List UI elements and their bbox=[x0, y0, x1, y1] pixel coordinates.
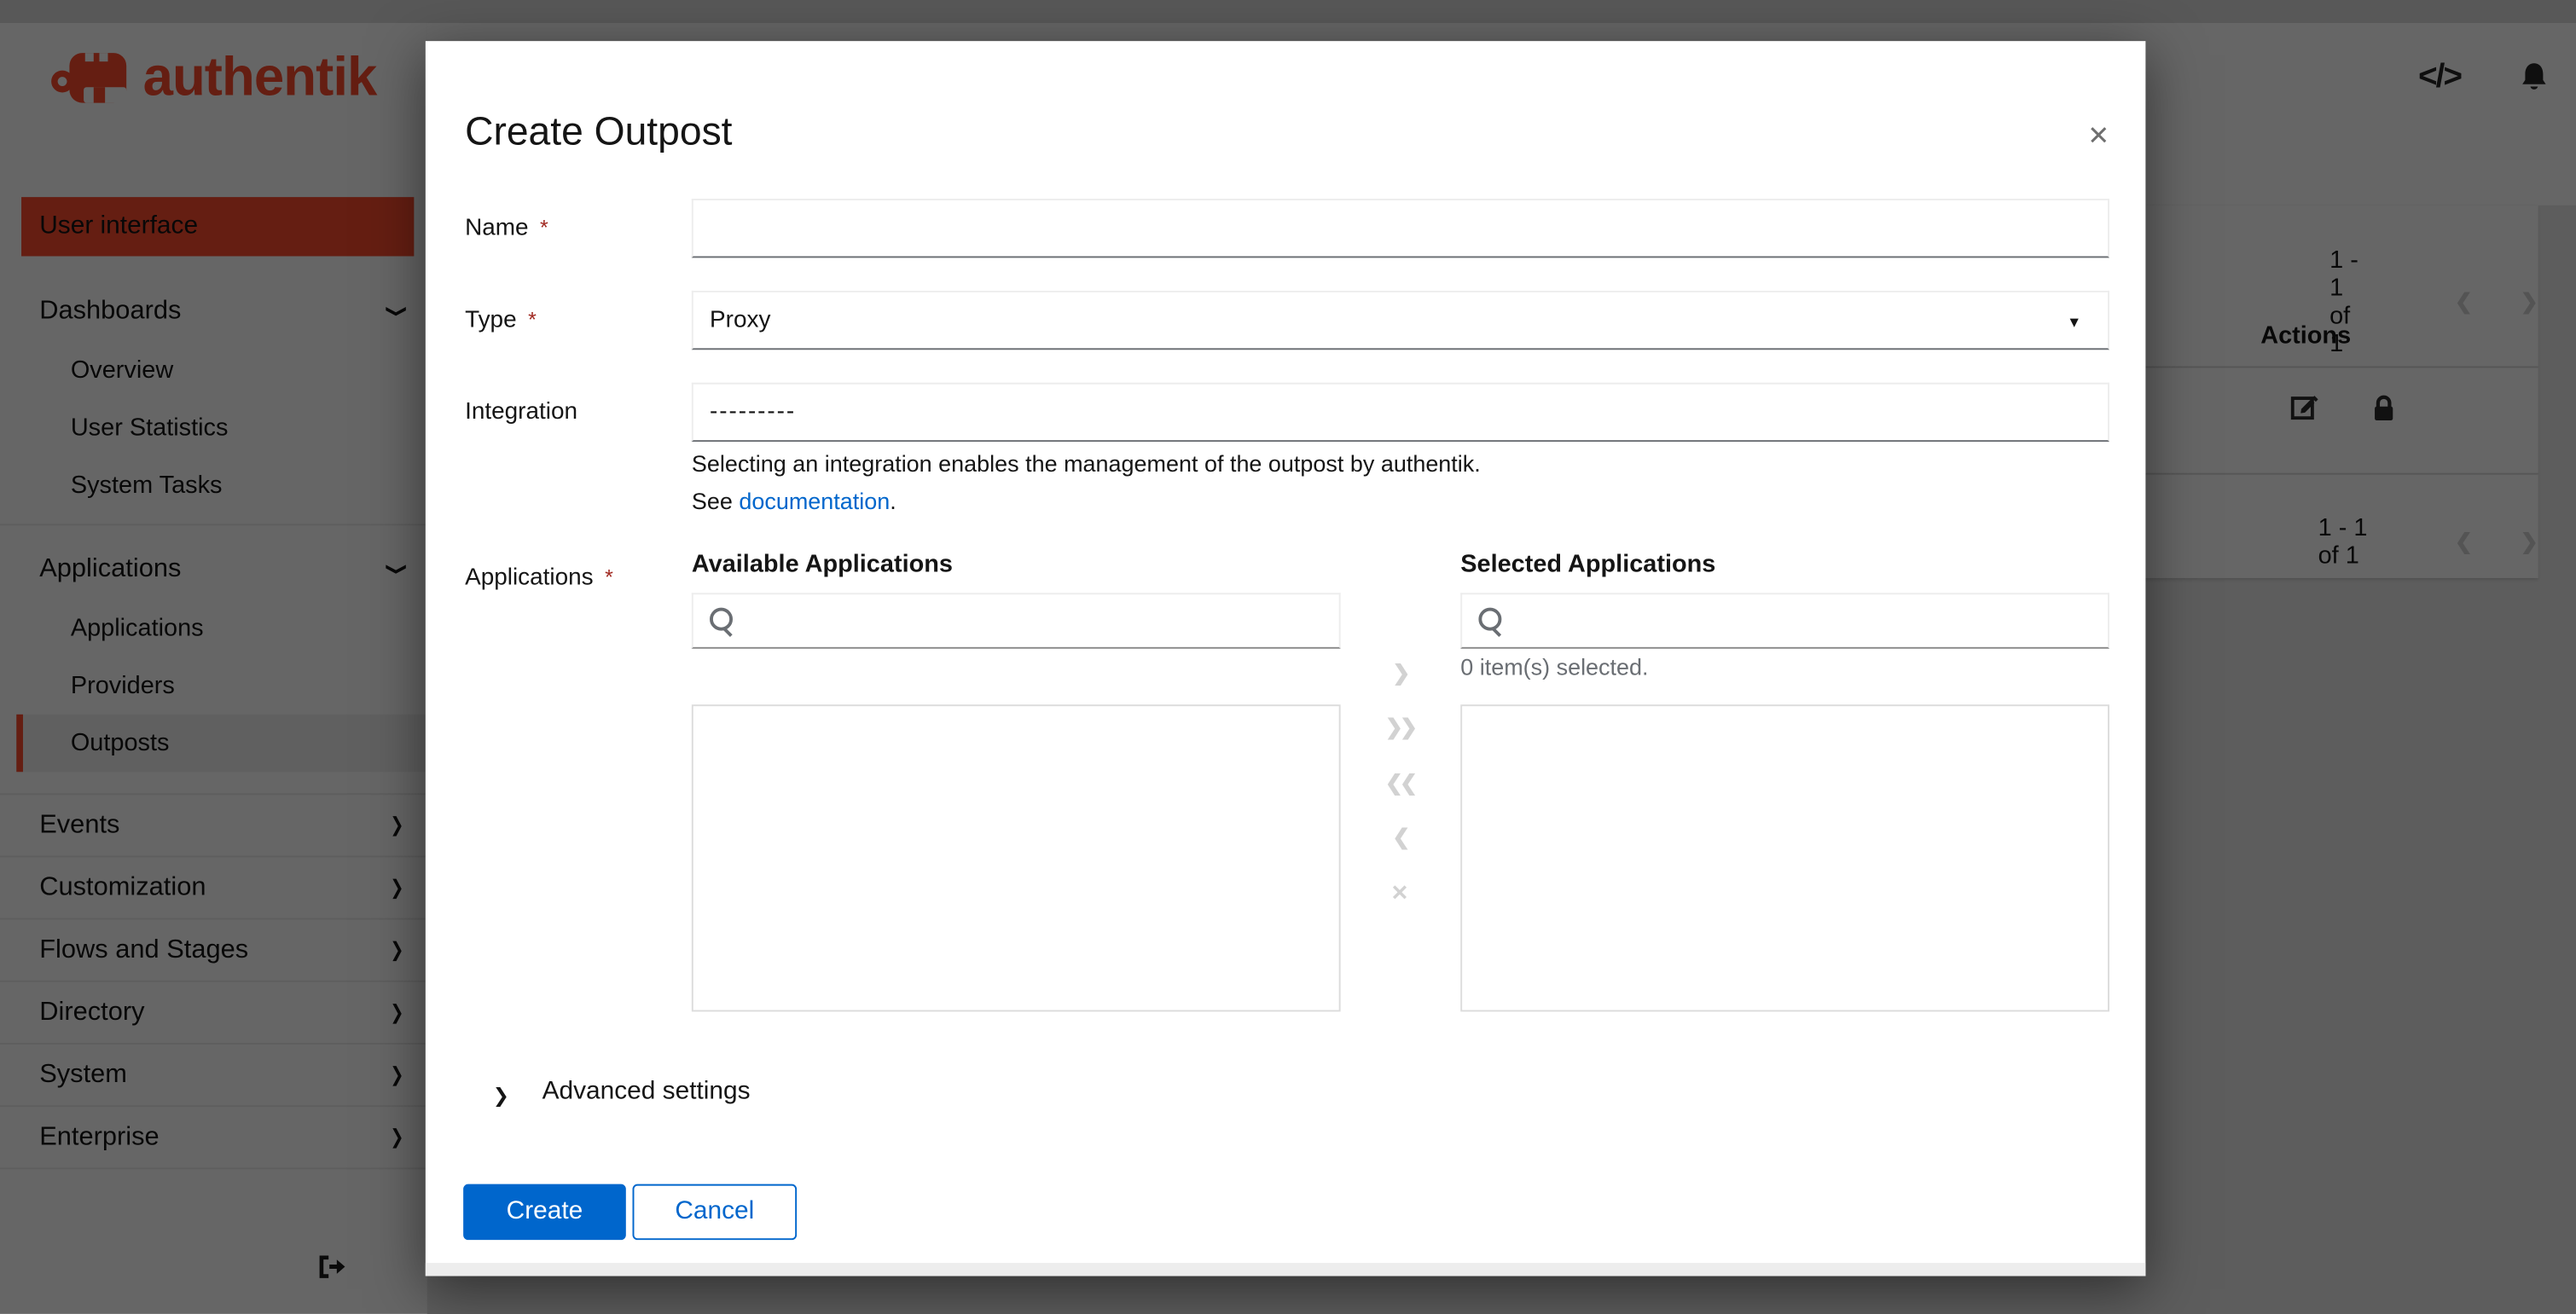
help-period: . bbox=[890, 488, 896, 514]
selected-search-input[interactable] bbox=[1460, 593, 2110, 649]
cancel-button[interactable]: Cancel bbox=[632, 1184, 798, 1241]
remove-selected-button[interactable]: ✕ bbox=[1372, 880, 1427, 906]
integration-help: Selecting an integration enables the man… bbox=[692, 445, 1481, 521]
type-selected-value: Proxy bbox=[710, 307, 771, 333]
name-input[interactable] bbox=[691, 199, 2110, 258]
selected-count: 0 item(s) selected. bbox=[1460, 653, 1649, 680]
move-all-right-button[interactable]: ❯❯ bbox=[1372, 715, 1427, 741]
advanced-settings-toggle[interactable]: Advanced settings bbox=[542, 1077, 751, 1107]
caret-down-icon: ▼ bbox=[2067, 313, 2082, 331]
move-selected-right-button[interactable]: ❯ bbox=[1372, 660, 1427, 686]
required-asterisk: * bbox=[528, 307, 537, 333]
required-asterisk: * bbox=[540, 215, 548, 240]
label-text: Type bbox=[465, 307, 517, 333]
type-label: Type * bbox=[465, 307, 537, 333]
integration-label: Integration bbox=[465, 399, 577, 425]
move-selected-left-button[interactable]: ❮ bbox=[1372, 825, 1427, 851]
label-text: Applications bbox=[465, 564, 594, 592]
selected-applications-title: Selected Applications bbox=[1460, 550, 1716, 578]
label-text: Name bbox=[465, 215, 529, 242]
create-outpost-modal: Create Outpost ✕ Name * Type * Proxy ▼ Int… bbox=[425, 41, 2146, 1276]
applications-label: Applications * bbox=[465, 565, 613, 592]
integration-selected-value: --------- bbox=[710, 399, 797, 425]
modal-title: Create Outpost bbox=[465, 110, 733, 155]
modal-footer-strip bbox=[425, 1263, 2146, 1276]
type-select[interactable]: Proxy ▼ bbox=[691, 290, 2110, 350]
available-applications-title: Available Applications bbox=[691, 550, 953, 578]
close-icon[interactable]: ✕ bbox=[2087, 120, 2109, 153]
integration-help-line2: See documentation. bbox=[692, 483, 1481, 520]
integration-select[interactable]: --------- bbox=[691, 382, 2110, 443]
chevron-right-icon: ❯ bbox=[492, 1084, 510, 1108]
name-label: Name * bbox=[465, 215, 548, 241]
search-icon bbox=[1478, 607, 1502, 631]
available-applications-list[interactable] bbox=[691, 704, 1341, 1012]
help-see: See bbox=[691, 488, 740, 514]
required-asterisk: * bbox=[605, 564, 613, 590]
screen: </> authentik User interf bbox=[0, 0, 2576, 1314]
documentation-link[interactable]: documentation bbox=[739, 488, 890, 514]
search-icon bbox=[710, 607, 734, 631]
available-search-input[interactable] bbox=[691, 593, 1341, 649]
move-all-left-button[interactable]: ❮❮ bbox=[1372, 770, 1427, 796]
selected-applications-list[interactable] bbox=[1460, 704, 2110, 1012]
integration-help-line1: Selecting an integration enables the man… bbox=[691, 449, 1481, 477]
create-button[interactable]: Create bbox=[463, 1184, 626, 1241]
label-text: Integration bbox=[465, 399, 578, 425]
